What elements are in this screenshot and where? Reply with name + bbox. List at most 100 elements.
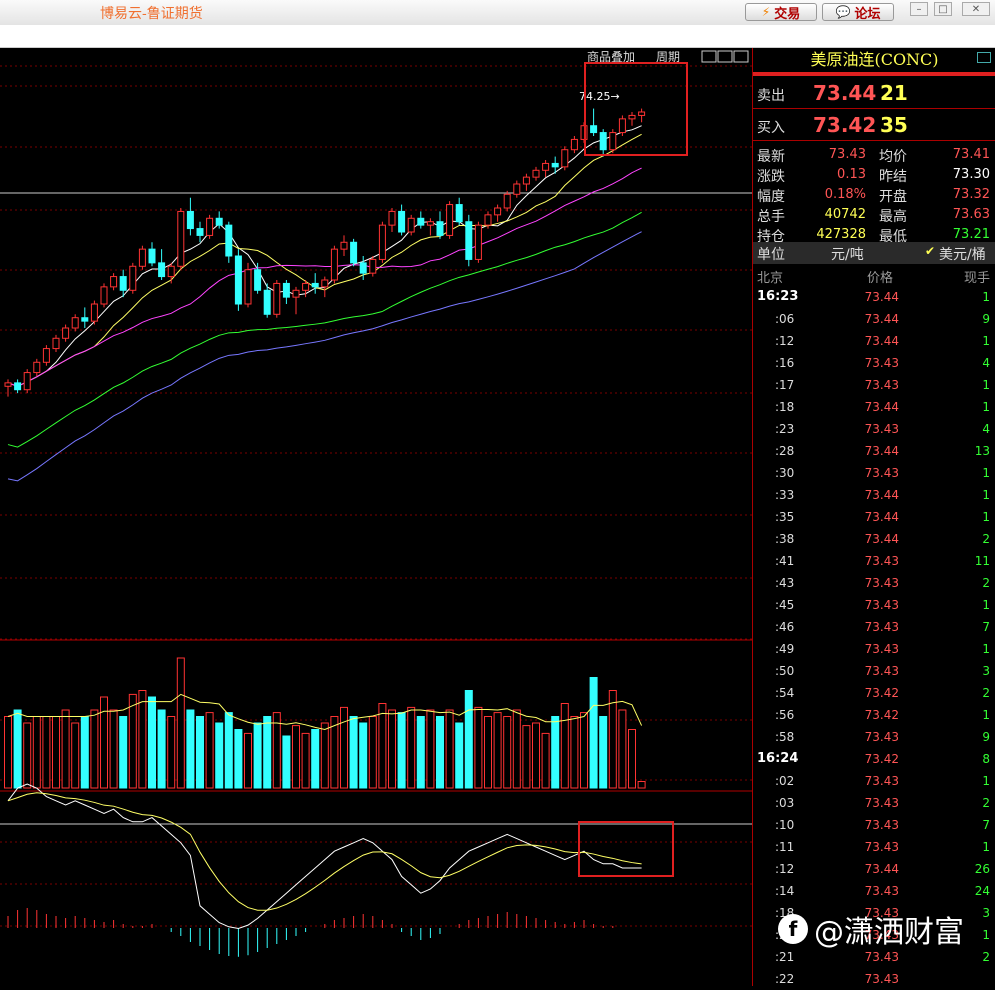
tick-t: :11 <box>775 840 795 854</box>
tick-t: :33 <box>775 488 795 502</box>
tick-v: 3 <box>982 906 990 920</box>
scroll-right-icon[interactable] <box>717 50 733 63</box>
tick-t: :12 <box>775 334 795 348</box>
volume-bar <box>80 716 89 789</box>
tick-p: 73.44 <box>864 312 899 326</box>
candle-body <box>273 282 281 315</box>
candle-body <box>359 262 367 274</box>
candle-body <box>282 282 290 298</box>
forum-button[interactable]: 💬 论坛 <box>822 3 894 22</box>
tick-row: :58 73.43 9 <box>753 726 995 748</box>
unit-row: 单位 元/吨 ✔ 美元/桶 <box>753 242 995 264</box>
tick-v: 7 <box>982 620 990 634</box>
candle-body <box>158 262 166 278</box>
candle-body <box>311 282 319 288</box>
unit-cny-option[interactable]: 元/吨 <box>831 244 864 264</box>
candle-body <box>388 210 396 226</box>
tick-p: 73.43 <box>864 664 899 678</box>
tick-v: 8 <box>982 752 990 766</box>
candle-body <box>570 138 578 151</box>
tick-v: 26 <box>974 862 990 876</box>
volume-bar <box>330 716 339 789</box>
candle-body <box>330 248 338 281</box>
chart-area[interactable]: 商品叠加 周期 74.25→ <box>0 48 752 986</box>
tick-v: 1 <box>982 642 990 656</box>
volume-bar <box>272 712 281 789</box>
tick-row: :12 73.44 1 <box>753 330 995 352</box>
check-icon: ✔ <box>925 244 936 258</box>
candle-body <box>465 221 473 260</box>
candle-body <box>225 224 233 257</box>
bid-ask-bar <box>753 72 995 76</box>
candle-body <box>119 276 127 291</box>
tick-p: 73.43 <box>864 972 899 986</box>
brand-logo-icon: f <box>778 914 808 944</box>
volume-bar <box>551 716 560 789</box>
buy-volume: 35 <box>880 113 908 137</box>
candle-body <box>551 162 559 168</box>
tick-v: 1 <box>982 840 990 854</box>
stat-l1: 涨跌 <box>757 169 785 185</box>
quote-panel: 美原油连(CONC) 卖出 73.44 21 买入 73.42 35 最新 73.… <box>752 48 995 986</box>
tick-row: :22 73.43 <box>753 968 995 990</box>
tick-t: :56 <box>775 708 795 722</box>
candle-body <box>196 228 204 236</box>
candle-body <box>215 217 223 226</box>
close-icon[interactable]: ✕ <box>962 2 990 16</box>
tick-v: 7 <box>982 818 990 832</box>
overlay-menu[interactable]: 商品叠加 <box>587 49 635 64</box>
tick-p: 73.44 <box>864 334 899 348</box>
volume-bar <box>340 706 348 789</box>
unit-usd-option[interactable]: 美元/桶 <box>939 244 986 264</box>
expand-icon[interactable] <box>733 50 749 63</box>
tick-t: :43 <box>775 576 795 590</box>
candle-body <box>532 169 540 178</box>
minimize-icon[interactable]: – <box>910 2 928 16</box>
tick-t: :12 <box>775 862 795 876</box>
tick-t: :02 <box>775 774 795 788</box>
tick-row: :17 73.43 1 <box>753 374 995 396</box>
trade-button[interactable]: ⚡ 交易 <box>745 3 817 22</box>
candle-body <box>90 303 98 322</box>
volume-bar <box>90 709 99 789</box>
volume-bar <box>311 729 320 789</box>
lightning-icon: ⚡ <box>761 5 771 19</box>
candle-body <box>638 111 646 116</box>
volume-bar <box>32 716 41 789</box>
tick-p: 73.43 <box>864 840 899 854</box>
maximize-icon[interactable]: □ <box>934 2 952 16</box>
tick-v: 2 <box>982 796 990 810</box>
candle-body <box>186 210 194 230</box>
candle-body <box>474 224 482 260</box>
buy-label: 买入 <box>757 120 785 136</box>
tick-p: 73.42 <box>864 686 899 700</box>
tick-row: :16 73.43 4 <box>753 352 995 374</box>
tick-row: :03 73.43 2 <box>753 792 995 814</box>
period-menu[interactable]: 周期 <box>656 50 680 64</box>
kline-chart[interactable]: 商品叠加 周期 74.25→ <box>0 48 752 986</box>
volume-bar <box>71 722 80 789</box>
sell-volume: 21 <box>880 81 908 105</box>
tick-row: :50 73.43 3 <box>753 660 995 682</box>
volume-bar <box>532 722 540 789</box>
window-icon[interactable] <box>977 52 991 63</box>
stat-v2: 73.41 <box>952 147 990 162</box>
candle-body <box>321 279 329 288</box>
tick-p: 73.44 <box>864 488 899 502</box>
stat-row: 涨跌 0.13 昨结 73.30 <box>753 164 995 186</box>
tick-t: :38 <box>775 532 795 546</box>
stat-l2: 开盘 <box>879 189 907 205</box>
tick-row: :02 73.43 1 <box>753 770 995 792</box>
volume-bar <box>464 690 473 789</box>
tick-row: :46 73.43 7 <box>753 616 995 638</box>
volume-bar <box>148 696 156 789</box>
volume-bar <box>167 716 176 789</box>
volume-bar <box>637 781 646 789</box>
tick-v: 13 <box>974 444 990 458</box>
volume-bar <box>436 716 444 789</box>
scroll-left-icon[interactable] <box>701 50 717 63</box>
candle-body <box>446 204 454 236</box>
tick-p: 73.44 <box>864 532 899 546</box>
volume-bar <box>253 722 262 789</box>
candle-body <box>148 248 156 264</box>
